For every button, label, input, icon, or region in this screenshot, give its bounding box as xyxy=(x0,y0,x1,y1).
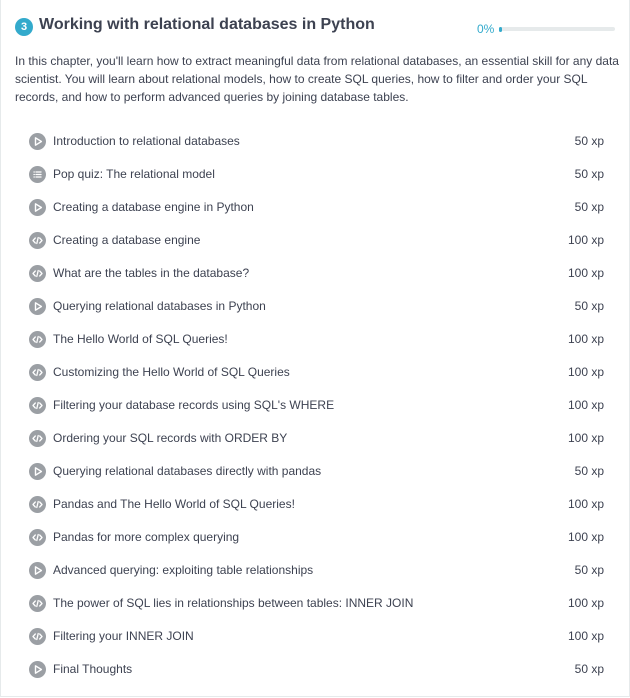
exercise-title[interactable]: Introduction to relational databases xyxy=(53,134,240,148)
play-icon xyxy=(29,298,46,315)
progress-bar xyxy=(499,26,615,32)
exercise-item[interactable]: The Hello World of SQL Queries! 100 xp xyxy=(29,323,604,356)
code-icon xyxy=(29,595,46,612)
exercise-item[interactable]: Introduction to relational databases 50 x… xyxy=(29,125,604,158)
play-icon xyxy=(29,133,46,150)
exercise-xp: 100 xp xyxy=(567,266,604,280)
play-icon xyxy=(29,463,46,480)
exercise-item[interactable]: Querying relational databases directly w… xyxy=(29,455,604,488)
play-icon xyxy=(29,562,46,579)
play-icon xyxy=(29,661,46,678)
exercise-xp: 100 xp xyxy=(567,398,604,412)
exercise-xp: 100 xp xyxy=(567,530,604,544)
exercise-xp: 50 xp xyxy=(574,200,604,214)
exercise-title[interactable]: What are the tables in the database? xyxy=(53,266,249,280)
code-icon xyxy=(29,364,46,381)
exercise-xp: 50 xp xyxy=(574,662,604,676)
exercise-item[interactable]: Filtering your database records using SQ… xyxy=(29,389,604,422)
exercise-title[interactable]: The power of SQL lies in relationships b… xyxy=(53,596,413,610)
exercise-xp: 50 xp xyxy=(574,563,604,577)
chapter-header[interactable]: 3 Working with relational databases in P… xyxy=(15,15,615,41)
exercise-item[interactable]: Pop quiz: The relational model 50 xp xyxy=(29,158,604,191)
exercise-title[interactable]: Advanced querying: exploiting table rela… xyxy=(53,563,313,577)
exercise-title[interactable]: Customizing the Hello World of SQL Queri… xyxy=(53,365,290,379)
progress-bar-fill xyxy=(499,26,502,32)
exercise-xp: 100 xp xyxy=(567,629,604,643)
code-icon xyxy=(29,331,46,348)
chapter-title[interactable]: Working with relational databases in Pyt… xyxy=(39,16,375,34)
chapter-description: In this chapter, you'll learn how to ext… xyxy=(15,54,619,104)
exercise-item[interactable]: Filtering your INNER JOIN 100 xp xyxy=(29,620,604,653)
exercise-xp: 50 xp xyxy=(574,464,604,478)
exercise-xp: 50 xp xyxy=(574,299,604,313)
code-icon xyxy=(29,430,46,447)
code-icon xyxy=(29,232,46,249)
exercise-xp: 100 xp xyxy=(567,332,604,346)
exercise-xp: 100 xp xyxy=(567,497,604,511)
progress-percent: 0% xyxy=(477,22,495,36)
exercise-title[interactable]: Filtering your INNER JOIN xyxy=(53,629,194,643)
chapter-card: 3 Working with relational databases in P… xyxy=(0,0,630,697)
exercise-title[interactable]: Pandas for more complex querying xyxy=(53,530,239,544)
exercise-title[interactable]: Ordering your SQL records with ORDER BY xyxy=(53,431,287,445)
exercise-xp: 100 xp xyxy=(567,365,604,379)
exercise-item[interactable]: The power of SQL lies in relationships b… xyxy=(29,587,604,620)
exercise-xp: 100 xp xyxy=(567,431,604,445)
exercise-title[interactable]: Querying relational databases directly w… xyxy=(53,464,321,478)
exercise-xp: 50 xp xyxy=(574,134,604,148)
exercise-title[interactable]: Querying relational databases in Python xyxy=(53,299,266,313)
exercise-item[interactable]: Advanced querying: exploiting table rela… xyxy=(29,554,604,587)
exercise-title[interactable]: Creating a database engine in Python xyxy=(53,200,254,214)
exercise-item[interactable]: Ordering your SQL records with ORDER BY 1… xyxy=(29,422,604,455)
code-icon xyxy=(29,628,46,645)
exercise-title[interactable]: Creating a database engine xyxy=(53,233,200,247)
exercise-item[interactable]: Creating a database engine 100 xp xyxy=(29,224,604,257)
exercise-item[interactable]: Pandas for more complex querying 100 xp xyxy=(29,521,604,554)
exercise-item[interactable]: Querying relational databases in Python 5… xyxy=(29,290,604,323)
exercise-title[interactable]: The Hello World of SQL Queries! xyxy=(53,332,228,346)
exercise-title[interactable]: Pop quiz: The relational model xyxy=(53,167,215,181)
exercise-xp: 100 xp xyxy=(567,233,604,247)
play-icon xyxy=(29,199,46,216)
chapter-number-badge: 3 xyxy=(15,18,33,36)
exercise-title[interactable]: Pandas and The Hello World of SQL Querie… xyxy=(53,497,295,511)
exercise-title[interactable]: Final Thoughts xyxy=(53,662,132,676)
exercise-xp: 50 xp xyxy=(574,167,604,181)
exercise-xp: 100 xp xyxy=(567,596,604,610)
exercise-item[interactable]: Creating a database engine in Python 50 x… xyxy=(29,191,604,224)
exercise-list: Introduction to relational databases 50 x… xyxy=(29,125,604,686)
code-icon xyxy=(29,529,46,546)
exercise-item[interactable]: Pandas and The Hello World of SQL Querie… xyxy=(29,488,604,521)
exercise-item[interactable]: What are the tables in the database? 100 … xyxy=(29,257,604,290)
exercise-title[interactable]: Filtering your database records using SQ… xyxy=(53,398,334,412)
code-icon xyxy=(29,496,46,513)
list-icon xyxy=(29,166,46,183)
code-icon xyxy=(29,397,46,414)
exercise-item[interactable]: Customizing the Hello World of SQL Queri… xyxy=(29,356,604,389)
code-icon xyxy=(29,265,46,282)
exercise-item[interactable]: Final Thoughts 50 xp xyxy=(29,653,604,686)
